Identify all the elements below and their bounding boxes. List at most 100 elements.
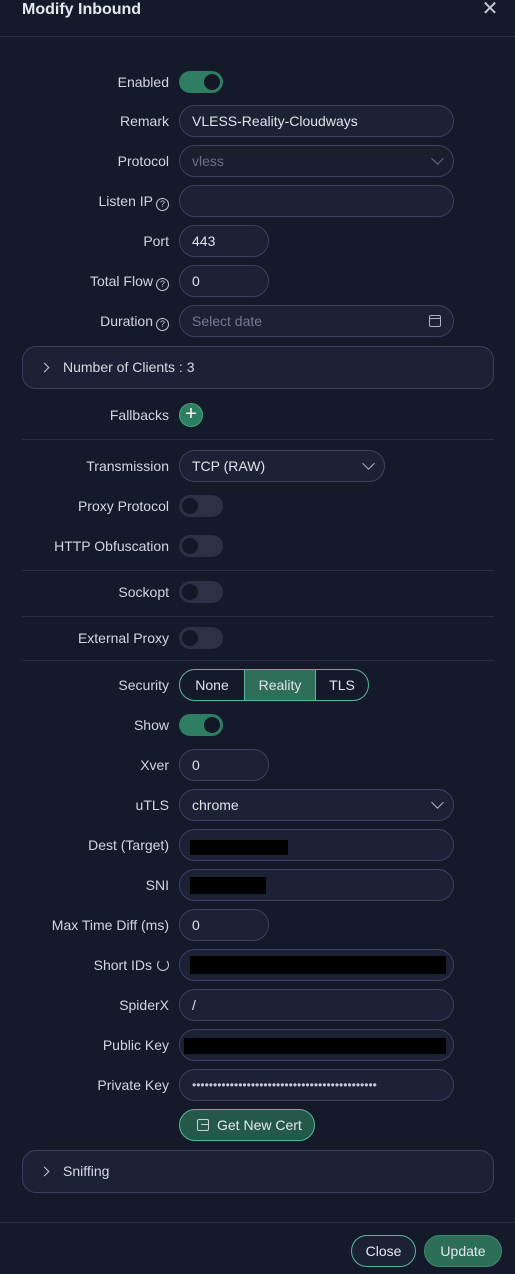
- public-key-label: Public Key: [102, 1037, 169, 1053]
- transmission-value: TCP (RAW): [192, 458, 266, 474]
- chevron-down-icon: [431, 152, 444, 165]
- divider: [22, 616, 494, 617]
- redacted-value: [190, 877, 266, 894]
- public-key-row: Public Key: [0, 1029, 515, 1061]
- show-toggle[interactable]: [179, 714, 223, 736]
- fallbacks-label: Fallbacks: [109, 407, 169, 423]
- redacted-value: [190, 956, 446, 974]
- redacted-value: [190, 840, 288, 855]
- protocol-row: Protocol vless: [0, 145, 515, 177]
- security-option-none[interactable]: None: [180, 670, 245, 700]
- external-proxy-toggle[interactable]: [179, 627, 223, 649]
- get-new-cert-button[interactable]: Get New Cert: [179, 1109, 315, 1141]
- divider: [22, 660, 494, 661]
- duration-row: Duration? Select date: [0, 305, 515, 337]
- help-icon[interactable]: ?: [156, 318, 169, 331]
- calendar-icon: [429, 315, 441, 327]
- close-icon[interactable]: ✕: [481, 0, 499, 19]
- total-flow-input[interactable]: 0: [179, 265, 269, 297]
- duration-date-picker[interactable]: Select date: [179, 305, 454, 337]
- dialog-header: Modify Inbound ✕: [0, 0, 515, 37]
- enabled-toggle[interactable]: [179, 71, 223, 93]
- protocol-value: vless: [192, 153, 224, 169]
- port-input[interactable]: 443: [179, 225, 269, 257]
- listen-ip-input[interactable]: [179, 185, 454, 217]
- spiderx-input[interactable]: /: [179, 989, 454, 1021]
- transmission-row: Transmission TCP (RAW): [0, 450, 515, 482]
- help-icon[interactable]: ?: [156, 198, 169, 211]
- dialog-title: Modify Inbound: [22, 1, 142, 18]
- short-ids-input[interactable]: [179, 949, 454, 981]
- update-button[interactable]: Update: [424, 1235, 502, 1267]
- utls-row: uTLS chrome: [0, 789, 515, 821]
- sockopt-label: Sockopt: [118, 584, 169, 600]
- redacted-value: [184, 1038, 446, 1054]
- duration-label: Duration: [100, 313, 153, 329]
- get-new-cert-label: Get New Cert: [217, 1117, 302, 1133]
- public-key-input[interactable]: [179, 1029, 454, 1061]
- sockopt-row: Sockopt: [0, 576, 515, 608]
- private-key-label: Private Key: [97, 1077, 169, 1093]
- private-key-row: Private Key ••••••••••••••••••••••••••••…: [0, 1069, 515, 1101]
- dest-label: Dest (Target): [88, 837, 169, 853]
- external-proxy-label: External Proxy: [77, 630, 169, 646]
- sniffing-collapse[interactable]: Sniffing: [22, 1150, 494, 1193]
- spiderx-label: SpiderX: [119, 997, 169, 1013]
- dest-row: Dest (Target): [0, 829, 515, 861]
- help-icon[interactable]: ?: [156, 278, 169, 291]
- listen-ip-label-wrap: Listen IP?: [99, 185, 169, 217]
- chevron-right-icon: [39, 362, 50, 373]
- port-row: Port 443: [0, 225, 515, 257]
- security-row: Security None Reality TLS: [0, 669, 515, 701]
- http-obfuscation-row: HTTP Obfuscation: [0, 530, 515, 562]
- chevron-down-icon: [362, 457, 375, 470]
- clients-collapse-label: Number of Clients : 3: [63, 359, 195, 375]
- xver-row: Xver 0: [0, 749, 515, 781]
- protocol-select[interactable]: vless: [179, 145, 454, 177]
- external-proxy-row: External Proxy: [0, 622, 515, 654]
- get-new-cert-row: Get New Cert: [0, 1109, 515, 1141]
- max-time-diff-input[interactable]: 0: [179, 909, 269, 941]
- http-obfuscation-label: HTTP Obfuscation: [54, 538, 169, 554]
- show-label: Show: [133, 717, 169, 733]
- security-segmented-control: None Reality TLS: [179, 669, 369, 701]
- port-label: Port: [143, 233, 169, 249]
- security-option-reality[interactable]: Reality: [245, 670, 316, 700]
- sni-row: SNI: [0, 869, 515, 901]
- refresh-icon[interactable]: [157, 959, 169, 971]
- transmission-label: Transmission: [86, 458, 169, 474]
- security-label: Security: [118, 677, 169, 693]
- total-flow-label: Total Flow: [89, 273, 153, 289]
- sni-input[interactable]: [179, 869, 454, 901]
- duration-placeholder: Select date: [192, 313, 263, 329]
- max-time-diff-row: Max Time Diff (ms) 0: [0, 909, 515, 941]
- add-fallback-button[interactable]: +: [179, 403, 203, 427]
- short-ids-label-wrap: Short IDs: [94, 949, 169, 981]
- sockopt-toggle[interactable]: [179, 581, 223, 603]
- divider: [22, 570, 494, 571]
- short-ids-row: Short IDs: [0, 949, 515, 981]
- utls-select[interactable]: chrome: [179, 789, 454, 821]
- transmission-select[interactable]: TCP (RAW): [179, 450, 385, 482]
- proxy-protocol-toggle[interactable]: [179, 495, 223, 517]
- dest-input[interactable]: [179, 829, 454, 861]
- utls-label: uTLS: [135, 797, 169, 813]
- xver-input[interactable]: 0: [179, 749, 269, 781]
- close-button[interactable]: Close: [351, 1235, 416, 1267]
- fallbacks-row: Fallbacks +: [0, 399, 515, 431]
- http-obfuscation-toggle[interactable]: [179, 535, 223, 557]
- max-time-diff-label: Max Time Diff (ms): [51, 917, 169, 933]
- clients-collapse[interactable]: Number of Clients : 3: [22, 346, 494, 389]
- total-flow-label-wrap: Total Flow?: [90, 265, 169, 297]
- sniffing-collapse-label: Sniffing: [63, 1163, 110, 1179]
- private-key-input[interactable]: ••••••••••••••••••••••••••••••••••••••••…: [179, 1069, 454, 1101]
- remark-input[interactable]: VLESS-Reality-Cloudways: [179, 105, 454, 137]
- security-option-tls[interactable]: TLS: [316, 670, 368, 700]
- listen-ip-row: Listen IP?: [0, 185, 515, 217]
- show-row: Show: [0, 709, 515, 741]
- divider: [22, 439, 494, 440]
- total-flow-row: Total Flow? 0: [0, 265, 515, 297]
- enabled-row: Enabled: [0, 66, 515, 98]
- protocol-label: Protocol: [117, 153, 169, 169]
- sni-label: SNI: [145, 877, 169, 893]
